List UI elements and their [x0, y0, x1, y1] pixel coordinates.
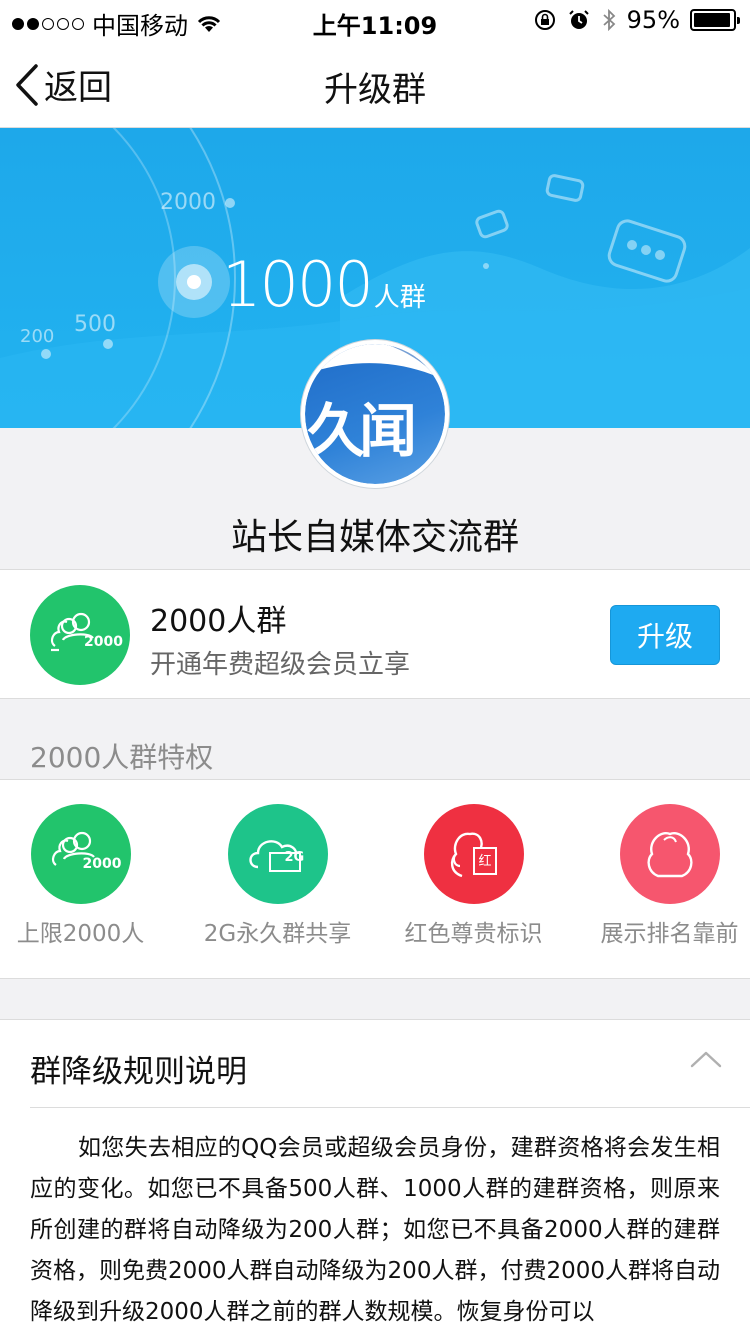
privilege-item-storage[interactable]: 2G 2G永久群共享 [180, 780, 375, 980]
privilege-badge: 2G [284, 850, 305, 865]
penguin-icon [619, 804, 720, 904]
privilege-badge: 红 [478, 854, 492, 869]
banner-label-200: 200 [20, 326, 55, 347]
people-2000-icon: 2000 [30, 804, 131, 904]
privilege-item-red-badge[interactable]: 红 红色尊贵标识 [376, 780, 571, 980]
current-size-unit: 人群 [373, 283, 426, 313]
bluetooth-icon [603, 8, 615, 32]
current-group-size: 1000 人群 [222, 248, 426, 321]
privileges-row: 2000 上限2000人 2G 2G永久群共享 红 红色尊贵标识 展示排名靠前 [0, 779, 750, 979]
upgrade-button[interactable]: 升级 [610, 605, 720, 665]
status-bar: 中国移动 上午11:09 95% [0, 0, 750, 40]
avatar-text: 久闻 [307, 397, 417, 465]
privileges-header: 2000人群特权 [30, 741, 214, 774]
group-name: 站长自媒体交流群 [230, 517, 519, 558]
group-avatar: 久闻 [301, 340, 449, 488]
avatar-image: 久闻 [305, 344, 445, 484]
tier-title: 2000人群 [150, 604, 287, 639]
downgrade-rules-section: 群降级规则说明 如您失去相应的QQ会员或超级会员身份，建群资格将会发生相应的变化… [0, 1019, 750, 1334]
alarm-icon [568, 10, 589, 29]
banner-label-2000: 2000 [160, 190, 216, 215]
cloud-2g-icon: 2G [227, 804, 328, 904]
rules-body: 如您失去相应的QQ会员或超级会员身份，建群资格将会发生相应的变化。如您已不具备5… [30, 1135, 720, 1325]
privilege-label: 展示排名靠前 [600, 921, 739, 947]
battery-icon [690, 9, 740, 31]
tier-badge-text: 2000 [84, 634, 123, 650]
rotation-lock-icon [534, 10, 555, 30]
nav-bar: 返回 升级群 [0, 40, 750, 128]
penguin-red-icon: 红 [423, 804, 524, 904]
battery-percent: 95% [626, 6, 680, 34]
rules-divider [30, 1107, 750, 1108]
status-right: 95% [533, 6, 740, 34]
upgrade-card: 2000 2000人群 开通年费超级会员立享 升级 [0, 569, 750, 699]
current-size-number: 1000 [222, 248, 374, 321]
banner-label-500: 500 [74, 312, 116, 337]
chevron-up-icon [690, 1051, 722, 1068]
rules-title: 群降级规则说明 [30, 1054, 247, 1090]
collapse-toggle[interactable] [690, 1050, 722, 1072]
privilege-item-member-limit[interactable]: 2000 上限2000人 [0, 780, 178, 980]
privilege-item-ranking[interactable]: 展示排名靠前 [572, 780, 750, 980]
page-title: 升级群 [324, 70, 426, 110]
privilege-badge: 2000 [82, 856, 122, 872]
tier-subtitle: 开通年费超级会员立享 [150, 650, 411, 680]
battery-fill [694, 13, 731, 27]
